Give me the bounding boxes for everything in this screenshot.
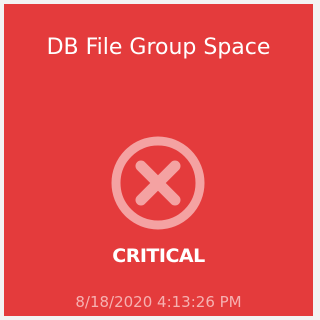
status-tile[interactable]: DB File Group Space CRITICAL 8/18/2020 4… xyxy=(4,4,313,316)
status-label: CRITICAL xyxy=(112,245,205,267)
last-updated-timestamp: 8/18/2020 4:13:26 PM xyxy=(75,293,242,311)
critical-x-circle-icon xyxy=(108,133,208,233)
tile-title: DB File Group Space xyxy=(46,35,271,60)
